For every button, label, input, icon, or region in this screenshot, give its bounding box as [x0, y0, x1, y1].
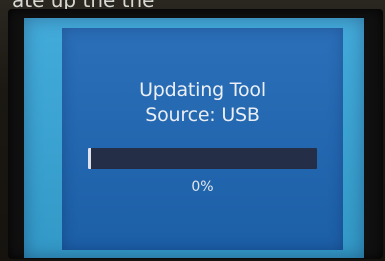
- photo-frame: ate up the the Updating Tool Source: USB…: [0, 0, 385, 261]
- update-dialog: Updating Tool Source: USB 0%: [62, 28, 343, 250]
- progress-percentage: 0%: [191, 179, 214, 195]
- progress-bar: [88, 148, 317, 169]
- source-label: Source: USB: [145, 104, 260, 126]
- dialog-title: Updating Tool: [139, 79, 266, 101]
- progress-fill: [88, 148, 91, 169]
- device-screen: Updating Tool Source: USB 0%: [24, 18, 364, 258]
